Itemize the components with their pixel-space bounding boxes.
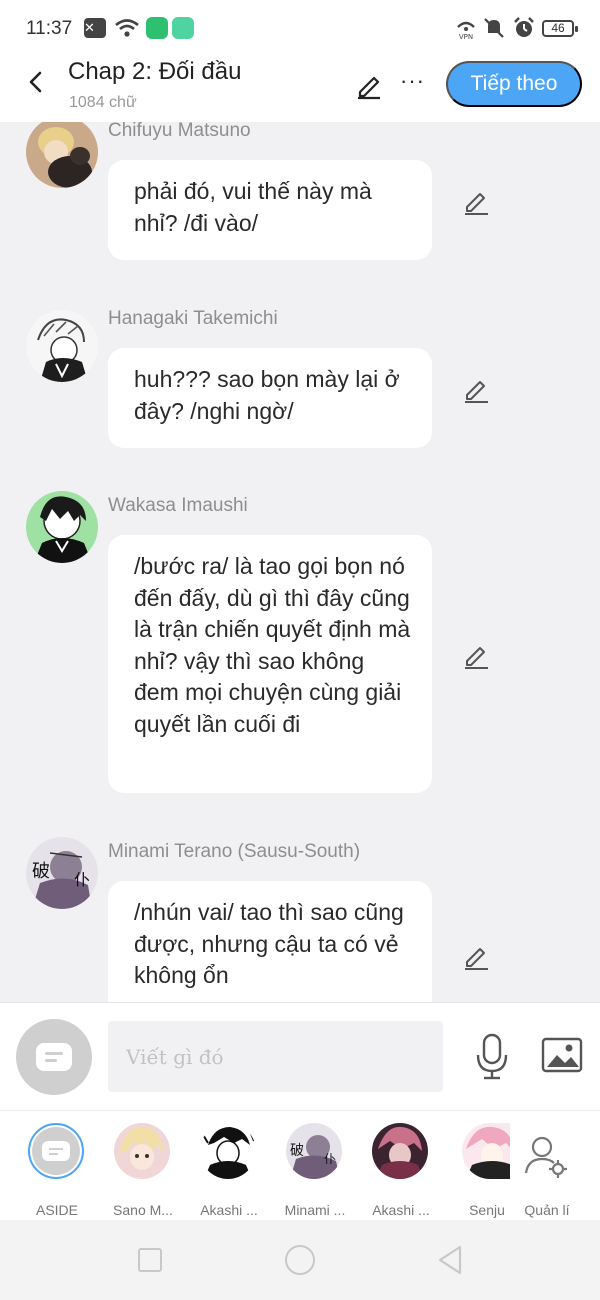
status-time: 11:37 <box>26 18 73 39</box>
sender-name: Wakasa Imaushi <box>108 495 248 516</box>
image-upload-icon[interactable] <box>541 1037 583 1075</box>
svg-text:仆: 仆 <box>324 1152 336 1166</box>
avatar: 破仆 <box>286 1123 342 1179</box>
character-aside[interactable]: ASIDE <box>16 1123 96 1219</box>
aside-icon <box>42 1141 70 1161</box>
sender-name: Hanagaki Takemichi <box>108 308 278 329</box>
character-bar: ASIDE Sano M... Akashi ... 破仆 Minami ...… <box>0 1110 600 1220</box>
avatar <box>462 1123 510 1179</box>
system-nav-bar <box>0 1220 600 1300</box>
avatar[interactable] <box>26 122 98 188</box>
svg-text:仆: 仆 <box>74 870 90 889</box>
avatar[interactable] <box>26 491 98 563</box>
avatar <box>200 1123 256 1179</box>
chapter-header: Chap 2: Đối đầu 1084 chữ ··· Tiếp theo <box>0 52 600 122</box>
character-item[interactable]: Akashi ... <box>360 1123 440 1219</box>
character-item[interactable]: Sano M... <box>102 1123 182 1219</box>
battery-icon: 46 <box>542 20 578 37</box>
avatar <box>28 1123 84 1179</box>
mute-icon <box>482 16 506 40</box>
edit-message-icon[interactable] <box>462 188 490 216</box>
message-bubble[interactable]: huh??? sao bọn mày lại ở đây? /nghi ngờ/ <box>108 348 432 448</box>
message-bubble[interactable]: phải đó, vui thế này mà nhỉ? /đi vào/ <box>108 160 432 260</box>
vpn-icon: VPN <box>454 16 478 40</box>
close-notification-icon: ✕ <box>84 16 106 40</box>
avatar[interactable] <box>26 310 98 382</box>
avatar[interactable]: 破仆 <box>26 837 98 909</box>
status-bar: 11:37 ✕ VPN 46 <box>0 0 600 52</box>
character-label: Akashi ... <box>200 1202 258 1218</box>
next-chapter-button[interactable]: Tiếp theo <box>446 61 582 107</box>
character-label: Quản lí <box>524 1202 570 1218</box>
sender-name: Minami Terano (Sausu-South) <box>108 841 361 862</box>
message-input[interactable] <box>108 1021 443 1092</box>
edit-title-icon[interactable] <box>354 70 384 100</box>
chapter-title: Chap 2: Đối đầu <box>68 58 242 85</box>
microphone-icon[interactable] <box>474 1033 510 1081</box>
aside-toggle-button[interactable] <box>16 1019 92 1095</box>
svg-text:破: 破 <box>32 861 50 882</box>
avatar <box>114 1123 170 1179</box>
home-icon[interactable] <box>285 1245 315 1275</box>
character-label: ASIDE <box>35 1202 78 1218</box>
chat-area[interactable]: Chifuyu Matsuno phải đó, vui thế này mà … <box>0 122 600 1002</box>
app-icon <box>172 16 194 40</box>
back-triangle-icon[interactable] <box>436 1244 464 1276</box>
character-label: Akashi ... <box>372 1202 430 1218</box>
more-options-icon[interactable]: ··· <box>400 68 425 94</box>
edit-message-icon[interactable] <box>462 642 490 670</box>
manage-characters-button[interactable]: Quản lí <box>506 1123 586 1219</box>
sender-name: Chifuyu Matsuno <box>108 122 251 141</box>
wifi-icon <box>114 16 140 40</box>
edit-message-icon[interactable] <box>462 943 490 971</box>
edit-message-icon[interactable] <box>462 376 490 404</box>
aside-icon <box>36 1043 72 1071</box>
message-composer <box>0 1002 600 1110</box>
alarm-icon <box>512 16 536 40</box>
avatar <box>372 1123 428 1179</box>
word-count: 1084 chữ <box>69 94 137 111</box>
character-label: Minami ... <box>284 1202 346 1218</box>
message-bubble[interactable]: /bước ra/ là tao gọi bọn nó đến đấy, dù … <box>108 535 432 793</box>
manage-user-icon <box>522 1133 568 1179</box>
character-label: Sano M... <box>113 1202 173 1218</box>
character-item[interactable]: 破仆 Minami ... <box>274 1123 354 1219</box>
recent-apps-icon[interactable] <box>138 1248 162 1272</box>
key-icon <box>146 16 168 40</box>
back-arrow-icon[interactable] <box>24 70 48 94</box>
message-bubble[interactable]: /nhún vai/ tao thì sao cũng được, nhưng … <box>108 881 432 1002</box>
character-item[interactable]: Akashi ... <box>188 1123 268 1219</box>
svg-text:VPN: VPN <box>459 33 473 40</box>
svg-text:破: 破 <box>290 1143 304 1159</box>
